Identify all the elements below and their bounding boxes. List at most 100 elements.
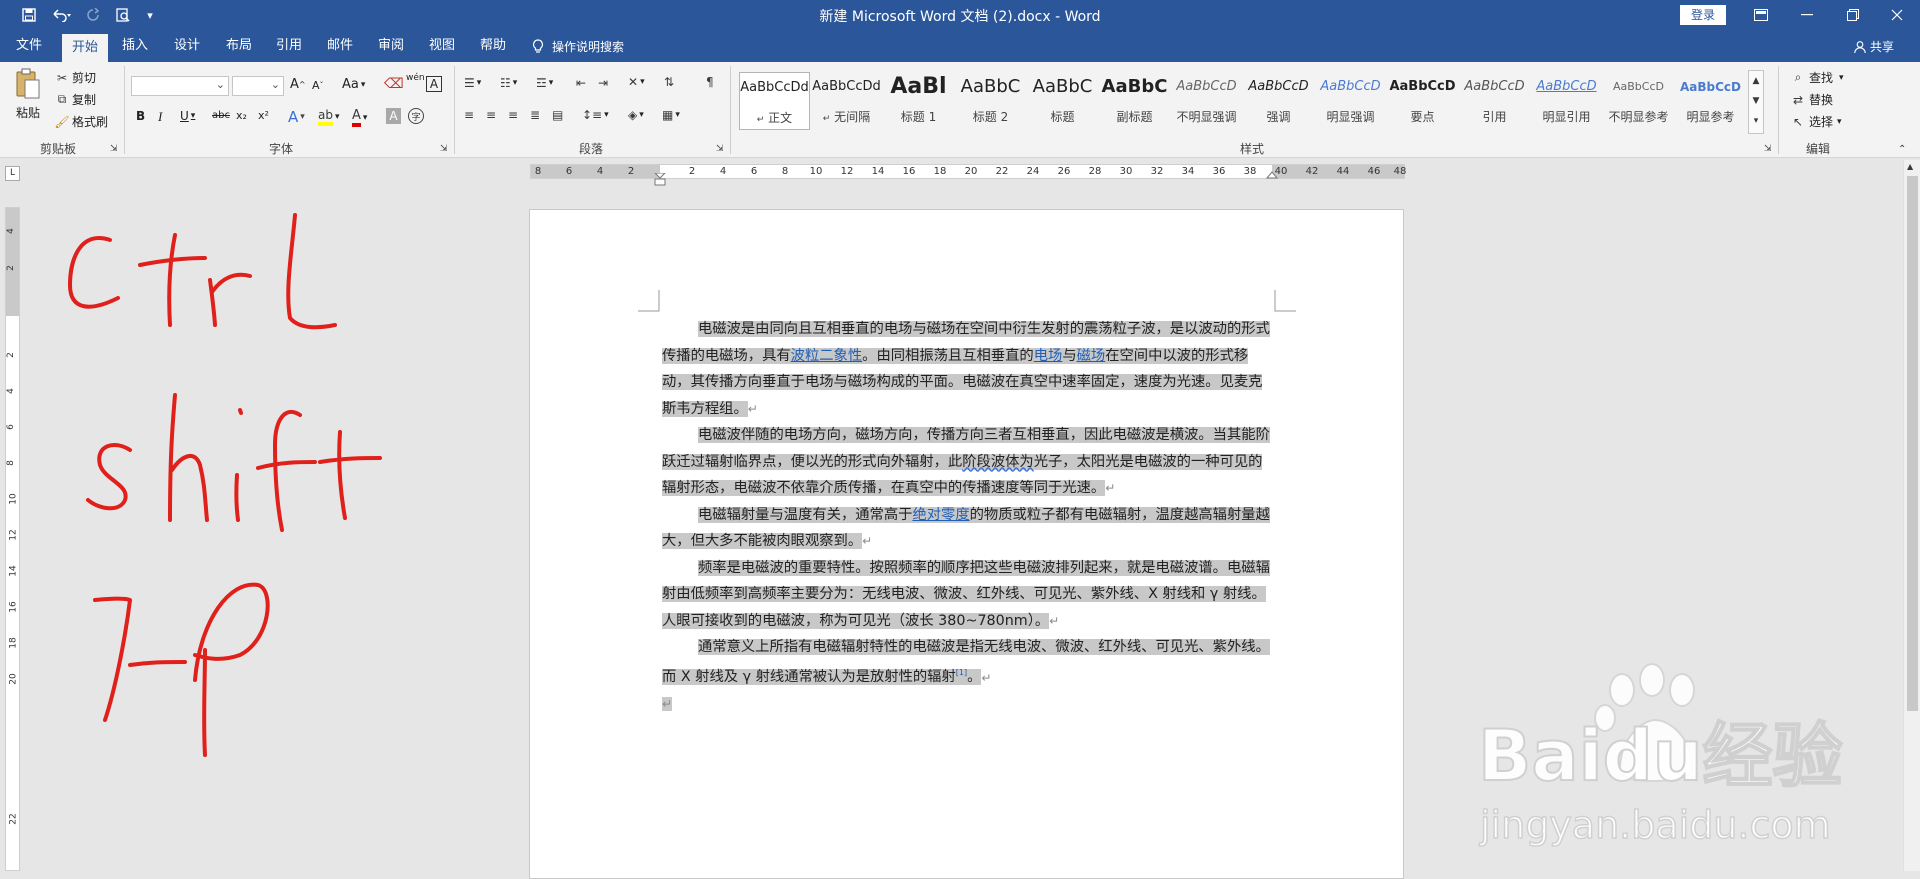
document-page[interactable]: 电磁波是由同向且互相垂直的电场与磁场在空间中衍生发射的震荡粒子波，是以波动的形式…: [529, 209, 1404, 879]
horizontal-ruler[interactable]: 8 6 4 2 2 4 6 8 10 12 14 16 18 20 22 24 …: [530, 164, 1406, 186]
paragraph[interactable]: 电磁波伴随的电场方向，磁场方向，传播方向三者互相垂直，因此电磁波是横波。当其能阶…: [662, 422, 1272, 502]
font-name-dropdown[interactable]: ⌄: [131, 76, 229, 96]
scroll-up-icon[interactable]: ▲: [1907, 162, 1913, 171]
style-heading-1[interactable]: AaBl 标题 1: [883, 72, 954, 130]
decrease-indent-button[interactable]: ⇤: [576, 76, 586, 90]
cut-button[interactable]: ✂ 剪切: [54, 69, 96, 86]
show-formatting-button[interactable]: ¶: [706, 75, 714, 89]
grow-font-button[interactable]: A ^: [290, 77, 306, 92]
tab-file[interactable]: 文件: [8, 30, 50, 62]
chevron-down-icon[interactable]: ▼: [1749, 91, 1763, 111]
tab-mailings[interactable]: 邮件: [319, 30, 361, 62]
grammar-flag[interactable]: 阶段波体为: [962, 454, 1033, 470]
tab-view[interactable]: 视图: [421, 30, 463, 62]
dialog-launcher-icon[interactable]: ⇲: [1764, 144, 1772, 154]
format-painter-button[interactable]: 🖌 格式刷: [54, 113, 108, 130]
justify-button[interactable]: ≣: [530, 108, 540, 122]
tab-home[interactable]: 开始: [62, 34, 108, 62]
align-right-button[interactable]: ≡: [508, 108, 518, 122]
enclose-characters-button[interactable]: 字: [408, 108, 424, 124]
footnote-reference[interactable]: [1]: [956, 669, 967, 678]
right-indent-marker-icon[interactable]: [1266, 171, 1278, 179]
paragraph[interactable]: 频率是电磁波的重要特性。按照频率的顺序把这些电磁波排列起来，就是电磁波谱。电磁辐…: [662, 555, 1272, 635]
style-normal[interactable]: AaBbCcDd ↵ 正文: [739, 72, 810, 130]
style-no-spacing[interactable]: AaBbCcDd ↵ 无间隔: [811, 72, 882, 130]
style-subtle-reference[interactable]: AaBbCcD 不明显参考: [1603, 72, 1674, 130]
style-intense-emphasis[interactable]: AaBbCcD 明显强调: [1315, 72, 1386, 130]
sort-button[interactable]: ⇅: [664, 75, 674, 89]
paragraph[interactable]: 电磁辐射量与温度有关，通常高于绝对零度的物质或粒子都有电磁辐射，温度越高辐射量越…: [662, 502, 1272, 555]
scrollbar-thumb[interactable]: [1907, 176, 1918, 711]
asian-layout-button[interactable]: ✕ ▾: [628, 75, 645, 89]
character-shading-button[interactable]: A: [386, 108, 401, 124]
chevron-up-icon[interactable]: ▲: [1749, 71, 1763, 91]
tell-me-search[interactable]: 操作说明搜索: [532, 38, 624, 55]
share-button[interactable]: 共享: [1854, 38, 1894, 55]
superscript-button[interactable]: x²: [258, 109, 269, 122]
dialog-launcher-icon[interactable]: ⇲: [440, 144, 448, 154]
paste-button[interactable]: 粘贴: [12, 68, 44, 130]
select-button[interactable]: ↖ 选择 ▾: [1790, 113, 1842, 130]
font-color-button[interactable]: A ▾: [352, 108, 367, 127]
more-styles-icon[interactable]: ▾: [1749, 111, 1763, 131]
numbering-button[interactable]: ☷ ▾: [500, 76, 517, 90]
find-button[interactable]: ⌕ 查找 ▾: [1790, 69, 1844, 86]
bullets-button[interactable]: ☰ ▾: [464, 76, 481, 90]
copy-button[interactable]: ⧉ 复制: [54, 91, 96, 108]
strikethrough-button[interactable]: abc: [212, 110, 230, 121]
close-icon[interactable]: [1874, 0, 1920, 30]
collapse-ribbon-icon[interactable]: ⌃: [1898, 144, 1906, 155]
bold-button[interactable]: B: [136, 109, 145, 123]
borders-button[interactable]: ▦ ▾: [662, 108, 680, 122]
style-intense-quote[interactable]: AaBbCcD 明显引用: [1531, 72, 1602, 130]
link-magnetic-field[interactable]: 磁场: [1077, 348, 1106, 364]
style-title[interactable]: AaBbC 标题: [1027, 72, 1098, 130]
style-intense-reference[interactable]: AaBbCcD 明显参考: [1675, 72, 1746, 130]
shading-button[interactable]: ◈ ▾: [628, 108, 644, 122]
restore-icon[interactable]: [1830, 0, 1876, 30]
character-border-button[interactable]: A: [426, 76, 442, 92]
login-button[interactable]: 登录: [1680, 5, 1726, 25]
ribbon-display-options-icon[interactable]: [1738, 0, 1784, 30]
tab-design[interactable]: 设计: [166, 30, 208, 62]
tab-review[interactable]: 审阅: [370, 30, 412, 62]
paragraph[interactable]: 通常意义上所指有电磁辐射特性的电磁波是指无线电波、微波、红外线、可见光、紫外线。…: [662, 634, 1272, 691]
underline-button[interactable]: U ▾: [180, 109, 195, 123]
distributed-button[interactable]: ▤: [552, 108, 563, 122]
style-subtitle[interactable]: AaBbC 副标题: [1099, 72, 1170, 130]
increase-indent-button[interactable]: ⇥: [598, 76, 608, 90]
tab-selector-button[interactable]: L: [5, 166, 20, 181]
change-case-button[interactable]: Aa ▾: [342, 77, 365, 92]
text-effects-button[interactable]: A ▾: [288, 108, 305, 126]
align-left-button[interactable]: ≡: [464, 108, 474, 122]
paragraph[interactable]: 电磁波是由同向且互相垂直的电场与磁场在空间中衍生发射的震荡粒子波，是以波动的形式…: [662, 316, 1272, 422]
paragraph[interactable]: ↵: [662, 691, 1272, 718]
style-subtle-emphasis[interactable]: AaBbCcD 不明显强调: [1171, 72, 1242, 130]
align-center-button[interactable]: ≡: [486, 108, 496, 122]
document-body[interactable]: 电磁波是由同向且互相垂直的电场与磁场在空间中衍生发射的震荡粒子波，是以波动的形式…: [662, 316, 1272, 717]
style-emphasis[interactable]: AaBbCcD 强调: [1243, 72, 1314, 130]
link-wave-particle-duality[interactable]: 波粒二象性: [791, 348, 862, 364]
highlight-button[interactable]: ab ▾: [318, 108, 340, 126]
font-size-dropdown[interactable]: ⌄: [232, 76, 284, 96]
minimize-icon[interactable]: [1784, 0, 1830, 30]
tab-layout[interactable]: 布局: [218, 30, 260, 62]
style-strong[interactable]: AaBbCcD 要点: [1387, 72, 1458, 130]
multilevel-list-button[interactable]: ☲ ▾: [536, 76, 553, 90]
phonetic-guide-button[interactable]: wén: [406, 73, 425, 83]
link-electric-field[interactable]: 电场: [1034, 348, 1063, 364]
tab-insert[interactable]: 插入: [114, 30, 156, 62]
link-absolute-zero[interactable]: 绝对零度: [912, 507, 969, 523]
italic-button[interactable]: I: [158, 109, 162, 125]
style-heading-2[interactable]: AaBbC 标题 2: [955, 72, 1026, 130]
replace-button[interactable]: ⇄ 替换: [1790, 91, 1833, 108]
vertical-scrollbar[interactable]: ▲: [1903, 160, 1920, 871]
dialog-launcher-icon[interactable]: ⇲: [716, 144, 724, 154]
subscript-button[interactable]: x₂: [236, 109, 247, 122]
tab-references[interactable]: 引用: [268, 30, 310, 62]
style-quote[interactable]: AaBbCcD 引用: [1459, 72, 1530, 130]
indent-marker-icon[interactable]: [653, 173, 667, 187]
tab-help[interactable]: 帮助: [472, 30, 514, 62]
clear-formatting-button[interactable]: ⌫: [384, 76, 404, 92]
dialog-launcher-icon[interactable]: ⇲: [110, 144, 118, 154]
